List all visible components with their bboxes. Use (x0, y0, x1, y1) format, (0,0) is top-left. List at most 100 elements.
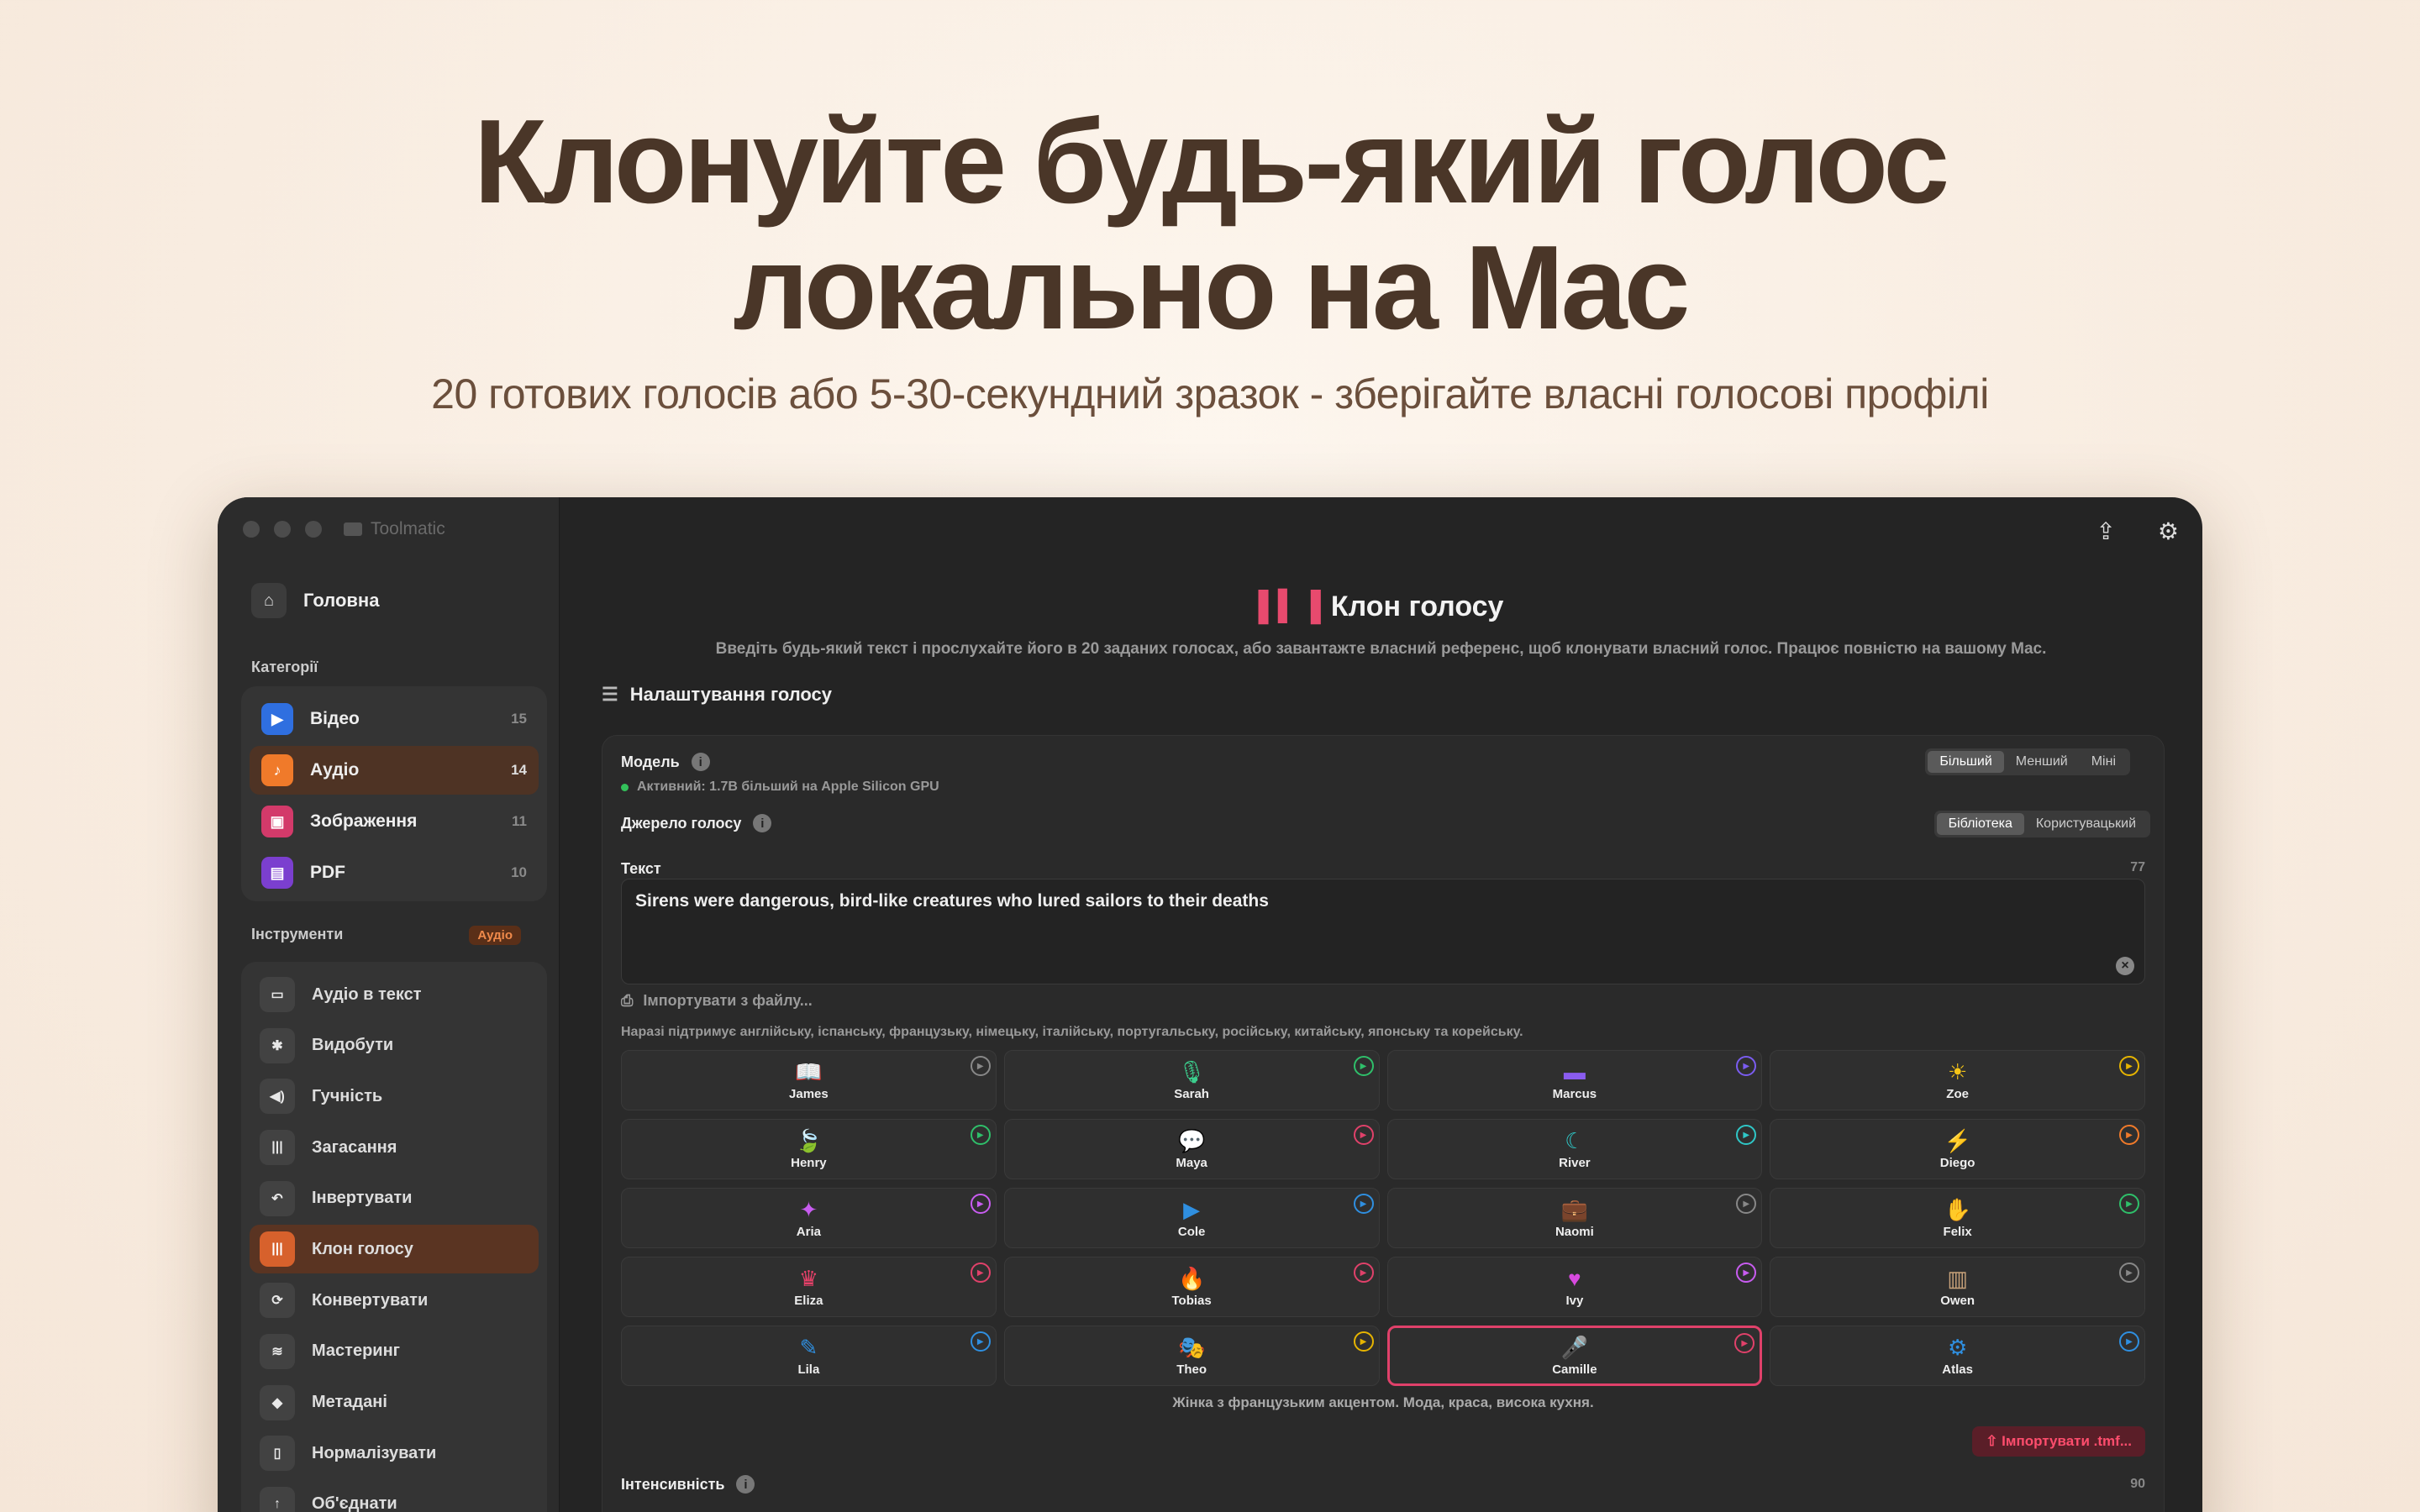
model-option-smaller[interactable]: Менший (2004, 751, 2080, 773)
share-icon[interactable]: ⇪ (2096, 517, 2115, 545)
sidebar-category-2[interactable]: ▣ Зображення 11 (250, 797, 539, 846)
voice-card[interactable]: ♛ Eliza ▶ (621, 1257, 997, 1317)
sidebar-tool-3[interactable]: ||| Загасання (250, 1123, 539, 1172)
voice-name: Theo (1176, 1362, 1207, 1377)
play-preview-icon[interactable]: ▶ (2119, 1125, 2139, 1145)
voice-card[interactable]: ⚙ Atlas ▶ (1770, 1326, 2145, 1386)
video-icon: ▶ (261, 703, 293, 735)
sidebar-category-1[interactable]: ♪ Аудіо 14 (250, 746, 539, 795)
voice-card[interactable]: ✎ Lila ▶ (621, 1326, 997, 1386)
play-preview-icon[interactable]: ▶ (2119, 1263, 2139, 1283)
voice-card[interactable]: ▥ Owen ▶ (1770, 1257, 2145, 1317)
voice-name: Atlas (1942, 1362, 1973, 1377)
home-label: Головна (303, 590, 380, 611)
sidebar-tool-0[interactable]: ▭ Аудіо в текст (250, 970, 539, 1019)
play-preview-icon[interactable]: ▶ (2119, 1056, 2139, 1076)
sidebar-tool-1[interactable]: ✱ Видобути (250, 1021, 539, 1070)
play-preview-icon[interactable]: ▶ (1353, 1263, 1374, 1283)
voice-card[interactable]: 🔥 Tobias ▶ (1003, 1257, 1380, 1317)
zoom-window-button[interactable] (305, 521, 322, 538)
play-preview-icon[interactable]: ▶ (1736, 1125, 1757, 1145)
sidebar-tool-7[interactable]: ≋ Мастеринг (250, 1327, 539, 1376)
close-window-button[interactable] (243, 521, 260, 538)
merge-icon: ↑ (260, 1486, 295, 1512)
tool-label: Видобути (312, 1036, 394, 1055)
sidebar-tool-4[interactable]: ↶ Інвертувати (250, 1174, 539, 1223)
voice-name: River (1559, 1155, 1591, 1170)
import-from-file-link[interactable]: ⎙ Імпортувати з файлу... (621, 992, 813, 1010)
voice-name: Aria (796, 1224, 821, 1239)
text-input[interactable]: Sirens were dangerous, bird-like creatur… (621, 879, 2145, 984)
minimize-window-button[interactable] (274, 521, 291, 538)
sidebar-tool-10[interactable]: ↑ Об'єднати (250, 1480, 539, 1512)
voice-card[interactable]: 🎤 Camille ▶ (1386, 1326, 1763, 1386)
image-icon: ▣ (261, 806, 293, 837)
voice-card[interactable]: 🎭 Theo ▶ (1003, 1326, 1380, 1386)
sidebar-category-3[interactable]: ▤ PDF 10 (250, 848, 539, 897)
tool-label: Конвертувати (312, 1290, 429, 1310)
source-option-custom[interactable]: Користувацький (2024, 813, 2148, 835)
tools-label: Інструменти (251, 926, 344, 942)
model-label-text: Модель (621, 753, 680, 770)
voice-name: James (789, 1086, 829, 1101)
model-option-mini[interactable]: Міні (2080, 751, 2128, 773)
voice-card[interactable]: 💼 Naomi ▶ (1386, 1188, 1763, 1248)
play-preview-icon[interactable]: ▶ (970, 1125, 991, 1145)
info-icon[interactable]: i (736, 1475, 755, 1494)
voice-card[interactable]: 📖 James ▶ (621, 1050, 997, 1110)
sidebar-category-0[interactable]: ▶ Відео 15 (250, 695, 539, 743)
voice-card[interactable]: ⚡ Diego ▶ (1770, 1119, 2145, 1179)
sidebar-tool-5[interactable]: ||| Клон голосу (250, 1225, 539, 1274)
window-controls (243, 521, 322, 538)
play-preview-icon[interactable]: ▶ (2119, 1194, 2139, 1214)
clear-text-icon[interactable]: × (2116, 957, 2134, 975)
voice-card[interactable]: ▬ Marcus ▶ (1386, 1050, 1763, 1110)
play-preview-icon[interactable]: ▶ (970, 1331, 991, 1352)
sidebar-tool-8[interactable]: ◆ Метадані (250, 1378, 539, 1427)
category-count: 11 (512, 813, 527, 829)
sidebar-tool-2[interactable]: ◀) Гучність (250, 1072, 539, 1121)
voice-card[interactable]: 🍃 Henry ▶ (621, 1119, 997, 1179)
play-preview-icon[interactable]: ▶ (2119, 1331, 2139, 1352)
play-preview-icon[interactable]: ▶ (970, 1194, 991, 1214)
category-label: Зображення (310, 811, 418, 831)
play-preview-icon[interactable]: ▶ (1353, 1194, 1374, 1214)
voice-card[interactable]: ✋ Felix ▶ (1770, 1188, 2145, 1248)
voice-card[interactable]: 💬 Maya ▶ (1003, 1119, 1380, 1179)
voice-avatar-icon: ✎ (799, 1334, 818, 1360)
speaker-icon: ◀) (260, 1079, 295, 1115)
model-option-larger[interactable]: Більший (1928, 751, 2004, 773)
voice-card[interactable]: ✦ Aria ▶ (621, 1188, 997, 1248)
play-preview-icon[interactable]: ▶ (1734, 1333, 1755, 1353)
voice-name: Eliza (794, 1293, 823, 1308)
equalizer-icon: ≋ (260, 1333, 295, 1369)
play-preview-icon[interactable]: ▶ (1736, 1056, 1757, 1076)
sidebar-tool-9[interactable]: ▯ Нормалізувати (250, 1429, 539, 1478)
play-preview-icon[interactable]: ▶ (1353, 1331, 1374, 1352)
gear-icon[interactable]: ⚙ (2158, 517, 2179, 545)
sidebar-item-home[interactable]: ⌂ Головна (251, 583, 379, 618)
play-preview-icon[interactable]: ▶ (970, 1056, 991, 1076)
voice-grid: 📖 James ▶ 🎙 Sarah ▶ ▬ Marcus ▶ ☀ Zoe ▶ 🍃 Henry ▶ 💬 Maya ▶… (621, 1050, 2145, 1386)
sidebar-tool-6[interactable]: ⟳ Конвертувати (250, 1276, 539, 1325)
info-icon[interactable]: i (691, 753, 710, 771)
play-preview-icon[interactable]: ▶ (1736, 1263, 1757, 1283)
voice-card[interactable]: ☀ Zoe ▶ (1770, 1050, 2145, 1110)
play-preview-icon[interactable]: ▶ (1353, 1056, 1374, 1076)
tool-label: Клон голосу (312, 1239, 413, 1258)
voice-card[interactable]: 🎙 Sarah ▶ (1003, 1050, 1380, 1110)
voice-card[interactable]: ♥ Ivy ▶ (1386, 1257, 1763, 1317)
hero-title-line1: Клонуйте будь-який голос (473, 95, 1949, 228)
play-preview-icon[interactable]: ▶ (1736, 1194, 1757, 1214)
voice-avatar-icon: 📖 (795, 1058, 823, 1084)
voice-card[interactable]: ☾ River ▶ (1386, 1119, 1763, 1179)
play-preview-icon[interactable]: ▶ (970, 1263, 991, 1283)
source-option-library[interactable]: Бібліотека (1936, 813, 2024, 835)
play-preview-icon[interactable]: ▶ (1353, 1125, 1374, 1145)
info-icon[interactable]: i (753, 814, 772, 832)
voice-source-label-text: Джерело голосу (621, 814, 742, 832)
app-title: Toolmatic (344, 519, 445, 539)
import-tmf-button[interactable]: ⇧ Імпортувати .tmf... (1972, 1426, 2145, 1457)
voice-card[interactable]: ▶ Cole ▶ (1003, 1188, 1380, 1248)
voice-name: Owen (1940, 1293, 1975, 1308)
